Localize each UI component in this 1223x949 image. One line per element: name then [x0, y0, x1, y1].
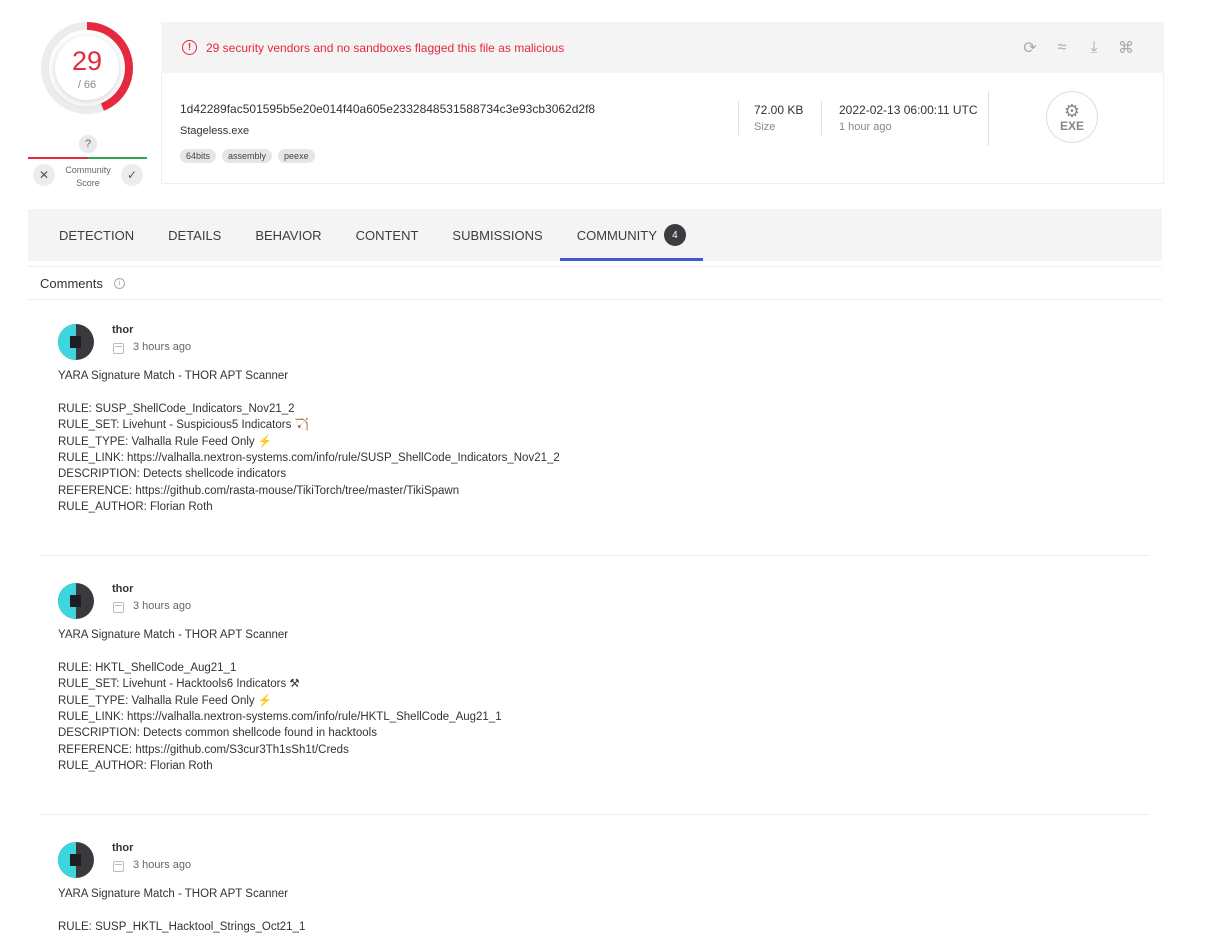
- file-type-exe-icon: ⚙ EXE: [1046, 91, 1098, 143]
- comment-author[interactable]: thor: [112, 842, 133, 854]
- tag-assembly[interactable]: assembly: [222, 149, 273, 163]
- comment-item: thor 3 hours ago YARA Signature Match - …: [40, 583, 1150, 815]
- alert-icon: !: [182, 40, 197, 55]
- comment-item: thor 3 hours ago YARA Signature Match - …: [40, 842, 1150, 949]
- last-analysis-ago: 1 hour ago: [839, 121, 892, 133]
- comment-author[interactable]: thor: [112, 324, 133, 336]
- tab-submissions[interactable]: SUBMISSIONS: [435, 209, 559, 261]
- tab-details[interactable]: DETAILS: [151, 209, 238, 261]
- community-score-value: ?: [79, 135, 97, 153]
- last-analysis-date: 2022-02-13 06:00:11 UTC: [839, 103, 978, 117]
- comment-item: thor 3 hours ago YARA Signature Match - …: [40, 324, 1150, 556]
- avatar[interactable]: [58, 324, 94, 360]
- tab-behavior[interactable]: BEHAVIOR: [238, 209, 338, 261]
- comment-body: YARA Signature Match - THOR APT Scanner …: [58, 629, 502, 773]
- score-center: 29 / 66: [55, 36, 119, 100]
- tab-content[interactable]: CONTENT: [339, 209, 436, 261]
- comments-header: Comments i: [28, 266, 1162, 300]
- graph-icon[interactable]: ⌘: [1116, 38, 1136, 58]
- file-hash[interactable]: 1d42289fac501595b5e20e014f40a605e2332848…: [180, 102, 595, 116]
- tag-peexe[interactable]: peexe: [278, 149, 315, 163]
- calendar-icon: [113, 343, 124, 354]
- detection-score-gauge: 29 / 66: [40, 21, 134, 115]
- comment-time: 3 hours ago: [133, 600, 192, 612]
- divider: [988, 91, 989, 146]
- divider: [821, 101, 822, 135]
- avatar[interactable]: [58, 842, 94, 878]
- avatar[interactable]: [58, 583, 94, 619]
- comment-time: 3 hours ago: [133, 341, 192, 353]
- score-detections: 29: [71, 45, 103, 76]
- comment-body: YARA Signature Match - THOR APT Scanner …: [58, 888, 306, 933]
- vote-harmless-close-icon[interactable]: ✕: [33, 164, 55, 186]
- alert-text: 29 security vendors and no sandboxes fla…: [206, 40, 565, 55]
- comment-time: 3 hours ago: [133, 859, 192, 871]
- file-size-value: 72.00 KB: [754, 103, 804, 117]
- report-tabs: DETECTION DETAILS BEHAVIOR CONTENT SUBMI…: [28, 209, 1162, 261]
- tag-64bits[interactable]: 64bits: [180, 149, 217, 163]
- comment-author[interactable]: thor: [112, 583, 133, 595]
- file-name: Stageless.exe: [180, 125, 250, 137]
- vote-check-icon[interactable]: ✓: [121, 164, 143, 186]
- divider: [738, 101, 739, 135]
- file-size-label: Size: [754, 121, 776, 133]
- comment-body: YARA Signature Match - THOR APT Scanner …: [58, 370, 560, 514]
- community-score-bar: [28, 157, 147, 159]
- file-info-card: 1d42289fac501595b5e20e014f40a605e2332848…: [161, 73, 1164, 184]
- community-score-label: Community Score: [65, 165, 111, 188]
- file-tags: 64bits assembly peexe: [180, 149, 315, 163]
- calendar-icon: [113, 861, 124, 872]
- reanalyze-icon[interactable]: ⟳: [1020, 38, 1040, 58]
- calendar-icon: [113, 602, 124, 613]
- tab-community-label: COMMUNITY: [576, 227, 657, 243]
- comments-title: Comments: [40, 276, 103, 291]
- detection-alert-bar: ! 29 security vendors and no sandboxes f…: [161, 22, 1164, 73]
- toolbar: ⟳ ≈ ⤓ ⌘: [1020, 38, 1136, 58]
- score-total: / 66: [77, 78, 97, 91]
- download-icon[interactable]: ⤓: [1084, 38, 1104, 58]
- info-icon[interactable]: i: [114, 278, 125, 289]
- similar-icon[interactable]: ≈: [1052, 38, 1072, 58]
- tab-detection[interactable]: DETECTION: [42, 209, 151, 261]
- community-count-badge: 4: [663, 224, 686, 246]
- tab-community[interactable]: COMMUNITY 4: [559, 209, 704, 261]
